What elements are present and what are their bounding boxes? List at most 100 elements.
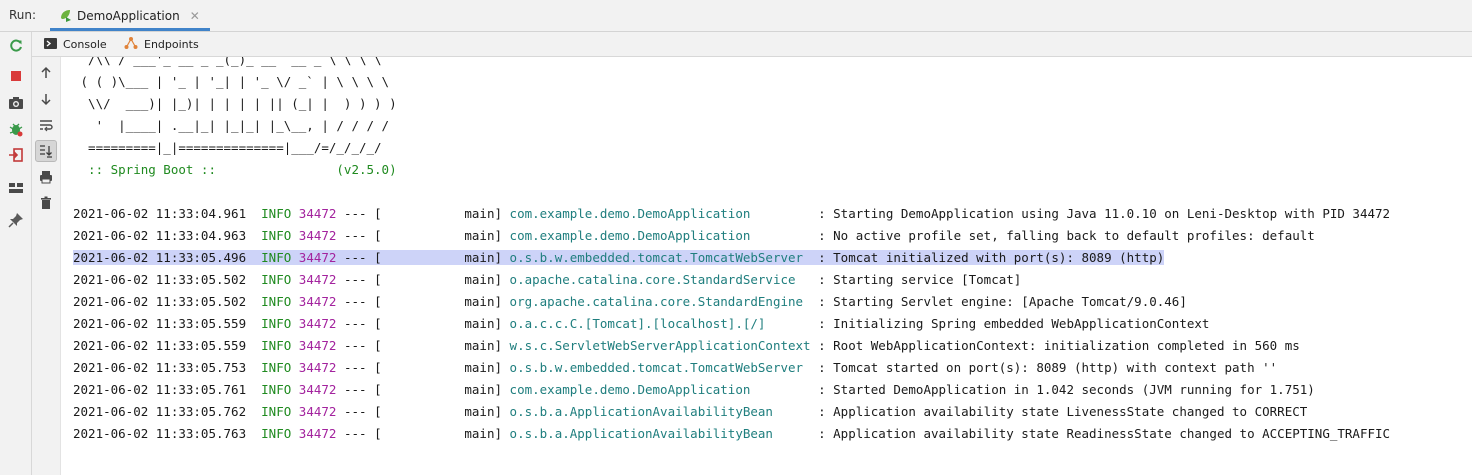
- log-pid: 34472: [298, 382, 337, 397]
- close-icon[interactable]: ✕: [190, 9, 200, 23]
- log-level: INFO: [261, 426, 292, 441]
- log-logger: o.s.b.a.ApplicationAvailabilityBean: [509, 404, 811, 419]
- log-separator: --- [: [336, 382, 382, 397]
- log-line: 2021-06-02 11:33:04.963 INFO 34472 --- […: [73, 225, 1315, 247]
- log-pid: 34472: [298, 404, 337, 419]
- log-logger: com.example.demo.DemoApplication: [509, 228, 811, 243]
- log-separator: --- [: [336, 316, 382, 331]
- log-timestamp: 2021-06-02 11:33:05.761: [73, 382, 247, 397]
- log-thread: main]: [381, 404, 503, 419]
- log-logger: o.apache.catalina.core.StandardService: [509, 272, 811, 287]
- log-separator: --- [: [336, 272, 382, 287]
- log-level: INFO: [261, 250, 292, 265]
- log-thread: main]: [381, 316, 503, 331]
- layout-icon[interactable]: [6, 178, 26, 198]
- log-message: : Tomcat initialized with port(s): 8089 …: [810, 250, 1165, 265]
- log-timestamp: 2021-06-02 11:33:04.963: [73, 228, 247, 243]
- log-timestamp: 2021-06-02 11:33:04.961: [73, 206, 247, 221]
- log-thread: main]: [381, 338, 503, 353]
- up-arrow-icon[interactable]: [36, 63, 56, 83]
- down-arrow-icon[interactable]: [36, 89, 56, 109]
- log-timestamp: 2021-06-02 11:33:05.762: [73, 404, 247, 419]
- console-output[interactable]: /\\ / ___'_ __ _ _(_)_ __ __ _ \ \ \ \ (…: [61, 57, 1472, 475]
- log-thread: main]: [381, 382, 503, 397]
- run-tab-label: DemoApplication: [77, 9, 180, 23]
- tab-console[interactable]: Console: [44, 32, 107, 57]
- banner-line: /\\ / ___'_ __ _ _(_)_ __ __ _ \ \ \ \: [73, 57, 382, 67]
- log-line: 2021-06-02 11:33:05.502 INFO 34472 --- […: [73, 269, 1021, 291]
- log-logger: o.a.c.c.C.[Tomcat].[localhost].[/]: [509, 316, 811, 331]
- banner-line: ( ( )\___ | '_ | '_| | '_ \/ _` | \ \ \ …: [73, 74, 390, 89]
- log-timestamp: 2021-06-02 11:33:05.559: [73, 316, 247, 331]
- log-line: 2021-06-02 11:33:05.762 INFO 34472 --- […: [73, 401, 1307, 423]
- log-level: INFO: [261, 272, 292, 287]
- log-level: INFO: [261, 294, 292, 309]
- log-separator: --- [: [336, 294, 382, 309]
- log-line: 2021-06-02 11:33:05.559 INFO 34472 --- […: [73, 335, 1300, 357]
- log-message: : Started DemoApplication in 1.042 secon…: [810, 382, 1315, 397]
- log-message: : Initializing Spring embedded WebApplic…: [810, 316, 1210, 331]
- log-pid: 34472: [298, 272, 337, 287]
- log-thread: main]: [381, 228, 503, 243]
- log-message: : Root WebApplicationContext: initializa…: [810, 338, 1300, 353]
- soft-wrap-icon[interactable]: [36, 115, 56, 135]
- rerun-icon[interactable]: [6, 36, 26, 56]
- tab-endpoints[interactable]: Endpoints: [124, 32, 199, 57]
- debug-icon[interactable]: [6, 119, 26, 139]
- log-line: 2021-06-02 11:33:05.753 INFO 34472 --- […: [73, 357, 1277, 379]
- log-line: 2021-06-02 11:33:05.761 INFO 34472 --- […: [73, 379, 1315, 401]
- log-separator: --- [: [336, 404, 382, 419]
- log-line: 2021-06-02 11:33:05.763 INFO 34472 --- […: [73, 423, 1390, 445]
- exit-icon[interactable]: [6, 145, 26, 165]
- log-logger: o.s.b.w.embedded.tomcat.TomcatWebServer: [509, 360, 811, 375]
- log-pid: 34472: [298, 228, 337, 243]
- log-level: INFO: [261, 206, 292, 221]
- log-thread: main]: [381, 206, 503, 221]
- pin-icon[interactable]: [6, 210, 26, 230]
- log-timestamp: 2021-06-02 11:33:05.753: [73, 360, 247, 375]
- log-timestamp: 2021-06-02 11:33:05.502: [73, 272, 247, 287]
- scroll-to-end-icon[interactable]: [35, 140, 57, 162]
- log-level: INFO: [261, 316, 292, 331]
- left-toolbar: [0, 32, 32, 475]
- console-side-toolbar: [32, 57, 61, 475]
- run-toolbar: Run: DemoApplication ✕: [0, 0, 1472, 32]
- log-level: INFO: [261, 404, 292, 419]
- log-separator: --- [: [336, 426, 382, 441]
- run-tab-demoapplication[interactable]: DemoApplication ✕: [50, 4, 210, 31]
- log-thread: main]: [381, 360, 503, 375]
- log-separator: --- [: [336, 338, 382, 353]
- log-level: INFO: [261, 338, 292, 353]
- log-thread: main]: [381, 294, 503, 309]
- log-level: INFO: [261, 382, 292, 397]
- clear-icon[interactable]: [36, 193, 56, 213]
- log-level: INFO: [261, 360, 292, 375]
- log-logger: com.example.demo.DemoApplication: [509, 382, 811, 397]
- camera-icon[interactable]: [6, 93, 26, 113]
- log-line: 2021-06-02 11:33:04.961 INFO 34472 --- […: [73, 203, 1390, 225]
- log-thread: main]: [381, 272, 503, 287]
- log-level: INFO: [261, 228, 292, 243]
- log-separator: --- [: [336, 228, 382, 243]
- log-separator: --- [: [336, 206, 382, 221]
- log-logger: o.s.b.a.ApplicationAvailabilityBean: [509, 426, 811, 441]
- console-icon: [44, 37, 57, 52]
- banner-line: \\/ ___)| |_)| | | | | || (_| | ) ) ) ): [73, 96, 397, 111]
- log-line: 2021-06-02 11:33:05.502 INFO 34472 --- […: [73, 291, 1187, 313]
- log-timestamp: 2021-06-02 11:33:05.559: [73, 338, 247, 353]
- log-timestamp: 2021-06-02 11:33:05.763: [73, 426, 247, 441]
- banner-line: ' |____| .__|_| |_|_| |_\__, | / / / /: [73, 118, 390, 133]
- stop-icon[interactable]: [6, 66, 26, 86]
- log-message: : Tomcat started on port(s): 8089 (http)…: [810, 360, 1278, 375]
- log-timestamp: 2021-06-02 11:33:05.496: [73, 250, 247, 265]
- tab-console-label: Console: [63, 38, 107, 51]
- console-tabs-bar: Console Endpoints: [32, 32, 1472, 57]
- log-logger: w.s.c.ServletWebServerApplicationContext: [509, 338, 811, 353]
- print-icon[interactable]: [36, 167, 56, 187]
- log-pid: 34472: [298, 360, 337, 375]
- log-thread: main]: [381, 426, 503, 441]
- endpoints-icon: [124, 36, 138, 53]
- log-pid: 34472: [298, 250, 337, 265]
- run-label: Run:: [9, 8, 37, 22]
- log-logger: org.apache.catalina.core.StandardEngine: [509, 294, 811, 309]
